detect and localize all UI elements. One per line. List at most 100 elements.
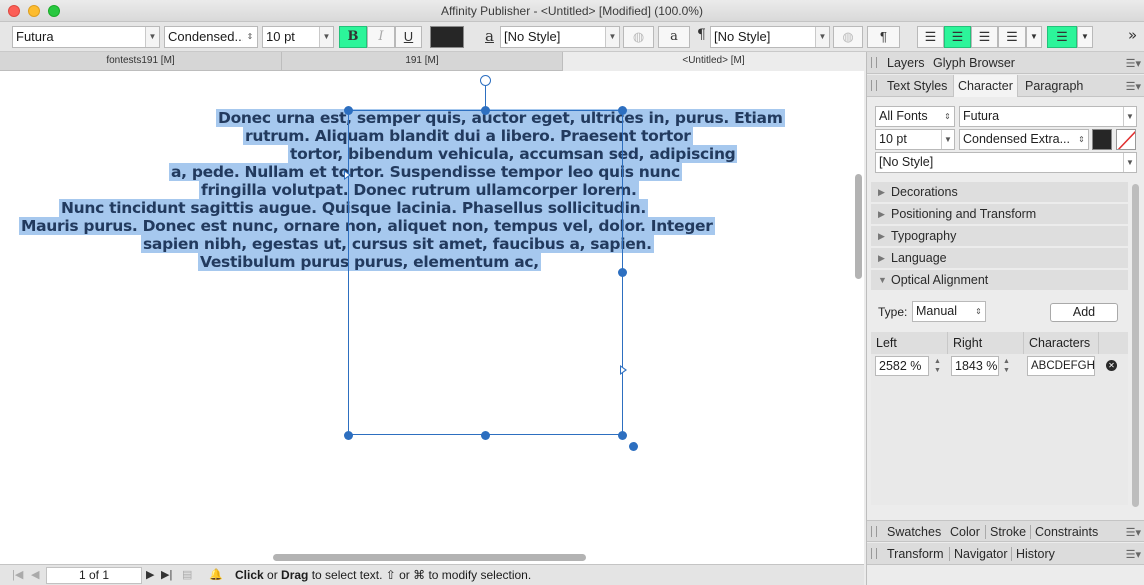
panel-font-size-field[interactable]: 10 pt ▼	[875, 129, 955, 150]
panel-style-field[interactable]: [No Style] ▼	[875, 152, 1137, 173]
resize-handle-top[interactable]	[481, 106, 490, 115]
doc-tab-untitled[interactable]: <Untitled> [M]	[563, 52, 864, 71]
page-panel-icon[interactable]: ▤	[182, 568, 192, 581]
grip-icon[interactable]	[871, 57, 877, 68]
resize-handle-bottom-right[interactable]	[618, 431, 627, 440]
text-color-swatch[interactable]	[430, 26, 464, 48]
optical-right-field[interactable]: 1843 %	[951, 356, 999, 376]
vertical-scrollbar[interactable]	[855, 174, 862, 279]
panel-menu-icon[interactable]: ☰▾	[1126, 548, 1141, 561]
tab-swatches[interactable]: Swatches	[883, 521, 945, 543]
tab-transform[interactable]: Transform	[883, 543, 948, 565]
resize-handle-bottom[interactable]	[481, 431, 490, 440]
resize-handle-top-right[interactable]	[618, 106, 627, 115]
font-family-field[interactable]: Futura ▼	[12, 26, 160, 48]
rotation-handle[interactable]	[480, 75, 491, 86]
paragraph-style-options-button[interactable]: ◍	[833, 26, 863, 48]
tab-text-styles[interactable]: Text Styles	[883, 75, 951, 97]
left-stepper-icon[interactable]: ▲ ▼	[932, 357, 943, 376]
horizontal-scrollbar[interactable]	[273, 554, 586, 561]
grip-icon[interactable]	[871, 526, 877, 537]
bell-icon[interactable]: 🔔	[209, 568, 223, 581]
alignment-dropdown[interactable]: ▼	[1026, 26, 1042, 48]
panel-highlight-color-swatch[interactable]	[1116, 129, 1136, 150]
align-right-button[interactable]: ☰	[971, 26, 998, 48]
column-header-characters[interactable]: Characters	[1024, 332, 1099, 354]
resize-handle-bottom-left[interactable]	[344, 431, 353, 440]
resize-handle-right[interactable]	[618, 268, 627, 277]
optical-left-field[interactable]: 2582 %	[875, 356, 929, 376]
add-optical-button[interactable]: Add	[1050, 303, 1118, 322]
character-style-field[interactable]: [No Style] ▼	[500, 26, 620, 48]
chevron-down-icon[interactable]: ▼	[1123, 107, 1136, 126]
section-positioning[interactable]: ▶ Positioning and Transform	[871, 204, 1128, 225]
justify-button[interactable]: ☰	[998, 26, 1026, 48]
font-size-field[interactable]: 10 pt ▼	[262, 26, 334, 48]
paragraph-style-field[interactable]: [No Style] ▼	[710, 26, 830, 48]
optical-type-select[interactable]: Manual ⇕	[912, 301, 986, 322]
vertical-align-button[interactable]: ☰	[1047, 26, 1077, 48]
doc-tab-191[interactable]: 191 [M]	[282, 52, 563, 71]
optical-characters-field[interactable]: ABCDEFGH	[1027, 356, 1095, 376]
bold-button[interactable]: B	[339, 26, 367, 48]
document-canvas[interactable]: Donec urna est, semper quis, auctor eget…	[0, 71, 864, 564]
panel-menu-icon[interactable]: ☰▾	[1126, 526, 1141, 539]
show-special-characters-button[interactable]: ¶	[867, 26, 900, 48]
chevron-down-icon[interactable]: ▼	[1123, 153, 1136, 172]
first-page-icon[interactable]: |◀	[12, 568, 23, 581]
toolbar-overflow-icon[interactable]: »	[1128, 26, 1137, 44]
stepper-icon[interactable]: ⇕	[941, 107, 954, 126]
tab-paragraph[interactable]: Paragraph	[1021, 75, 1087, 97]
tab-glyph-browser[interactable]: Glyph Browser	[929, 52, 1019, 74]
text-flow-out-icon[interactable]	[620, 365, 627, 375]
text-overflow-handle[interactable]	[629, 442, 638, 451]
previous-page-icon[interactable]: ◀	[31, 568, 39, 581]
stepper-icon[interactable]: ⇕	[243, 27, 257, 47]
tab-constraints[interactable]: Constraints	[1030, 525, 1102, 539]
tab-stroke[interactable]: Stroke	[985, 525, 1030, 539]
panel-menu-icon[interactable]: ☰▾	[1126, 80, 1141, 93]
font-filter-select[interactable]: All Fonts ⇕	[875, 106, 955, 127]
vertical-align-dropdown[interactable]: ▼	[1077, 26, 1093, 48]
remove-row-icon[interactable]: ✕	[1106, 360, 1117, 371]
grip-icon[interactable]	[871, 80, 877, 91]
column-header-right[interactable]: Right	[948, 332, 1024, 354]
panel-font-style-field[interactable]: Condensed Extra... ⇕	[959, 129, 1089, 150]
page-indicator[interactable]: 1 of 1	[46, 567, 142, 584]
next-page-icon[interactable]: ▶	[146, 568, 154, 581]
text-flow-in-icon[interactable]	[344, 170, 351, 180]
stepper-icon[interactable]: ⇕	[1075, 130, 1088, 149]
tab-character[interactable]: Character	[953, 75, 1018, 97]
underline-button[interactable]: U	[395, 26, 422, 48]
section-decorations[interactable]: ▶ Decorations	[871, 182, 1128, 203]
stepper-icon[interactable]: ⇕	[972, 302, 985, 321]
chevron-down-icon[interactable]: ▼	[605, 27, 619, 47]
section-language[interactable]: ▶ Language	[871, 248, 1128, 269]
column-header-left[interactable]: Left	[871, 332, 948, 354]
panel-font-family-field[interactable]: Futura ▼	[959, 106, 1137, 127]
chevron-down-icon[interactable]: ▼	[815, 27, 829, 47]
font-style-field[interactable]: Condensed... ⇕	[164, 26, 258, 48]
tab-history[interactable]: History	[1011, 547, 1059, 561]
align-left-button[interactable]: ☰	[917, 26, 944, 48]
last-page-icon[interactable]: ▶|	[161, 568, 172, 581]
panel-scrollbar[interactable]	[1132, 184, 1139, 507]
section-typography[interactable]: ▶ Typography	[871, 226, 1128, 247]
chevron-down-icon[interactable]: ▼	[319, 27, 333, 47]
chevron-down-icon[interactable]: ▼	[941, 130, 954, 149]
section-optical-alignment[interactable]: ▼ Optical Alignment	[871, 270, 1128, 291]
align-center-button[interactable]: ☰	[944, 26, 971, 48]
text-frame-bounds[interactable]	[348, 110, 623, 435]
tab-color[interactable]: Color	[946, 521, 984, 543]
character-style-options-button[interactable]: ◍	[623, 26, 654, 48]
tab-layers[interactable]: Layers	[883, 52, 929, 74]
grip-icon[interactable]	[871, 548, 877, 559]
italic-button[interactable]: I	[367, 26, 395, 48]
panel-text-color-swatch[interactable]	[1092, 129, 1112, 150]
character-style-apply-button[interactable]: a	[658, 26, 690, 48]
tab-navigator[interactable]: Navigator	[949, 547, 1012, 561]
resize-handle-top-left[interactable]	[344, 106, 353, 115]
doc-tab-fontests191[interactable]: fontests191 [M]	[0, 52, 282, 71]
chevron-down-icon[interactable]: ▼	[145, 27, 159, 47]
panel-menu-icon[interactable]: ☰▾	[1126, 57, 1141, 70]
